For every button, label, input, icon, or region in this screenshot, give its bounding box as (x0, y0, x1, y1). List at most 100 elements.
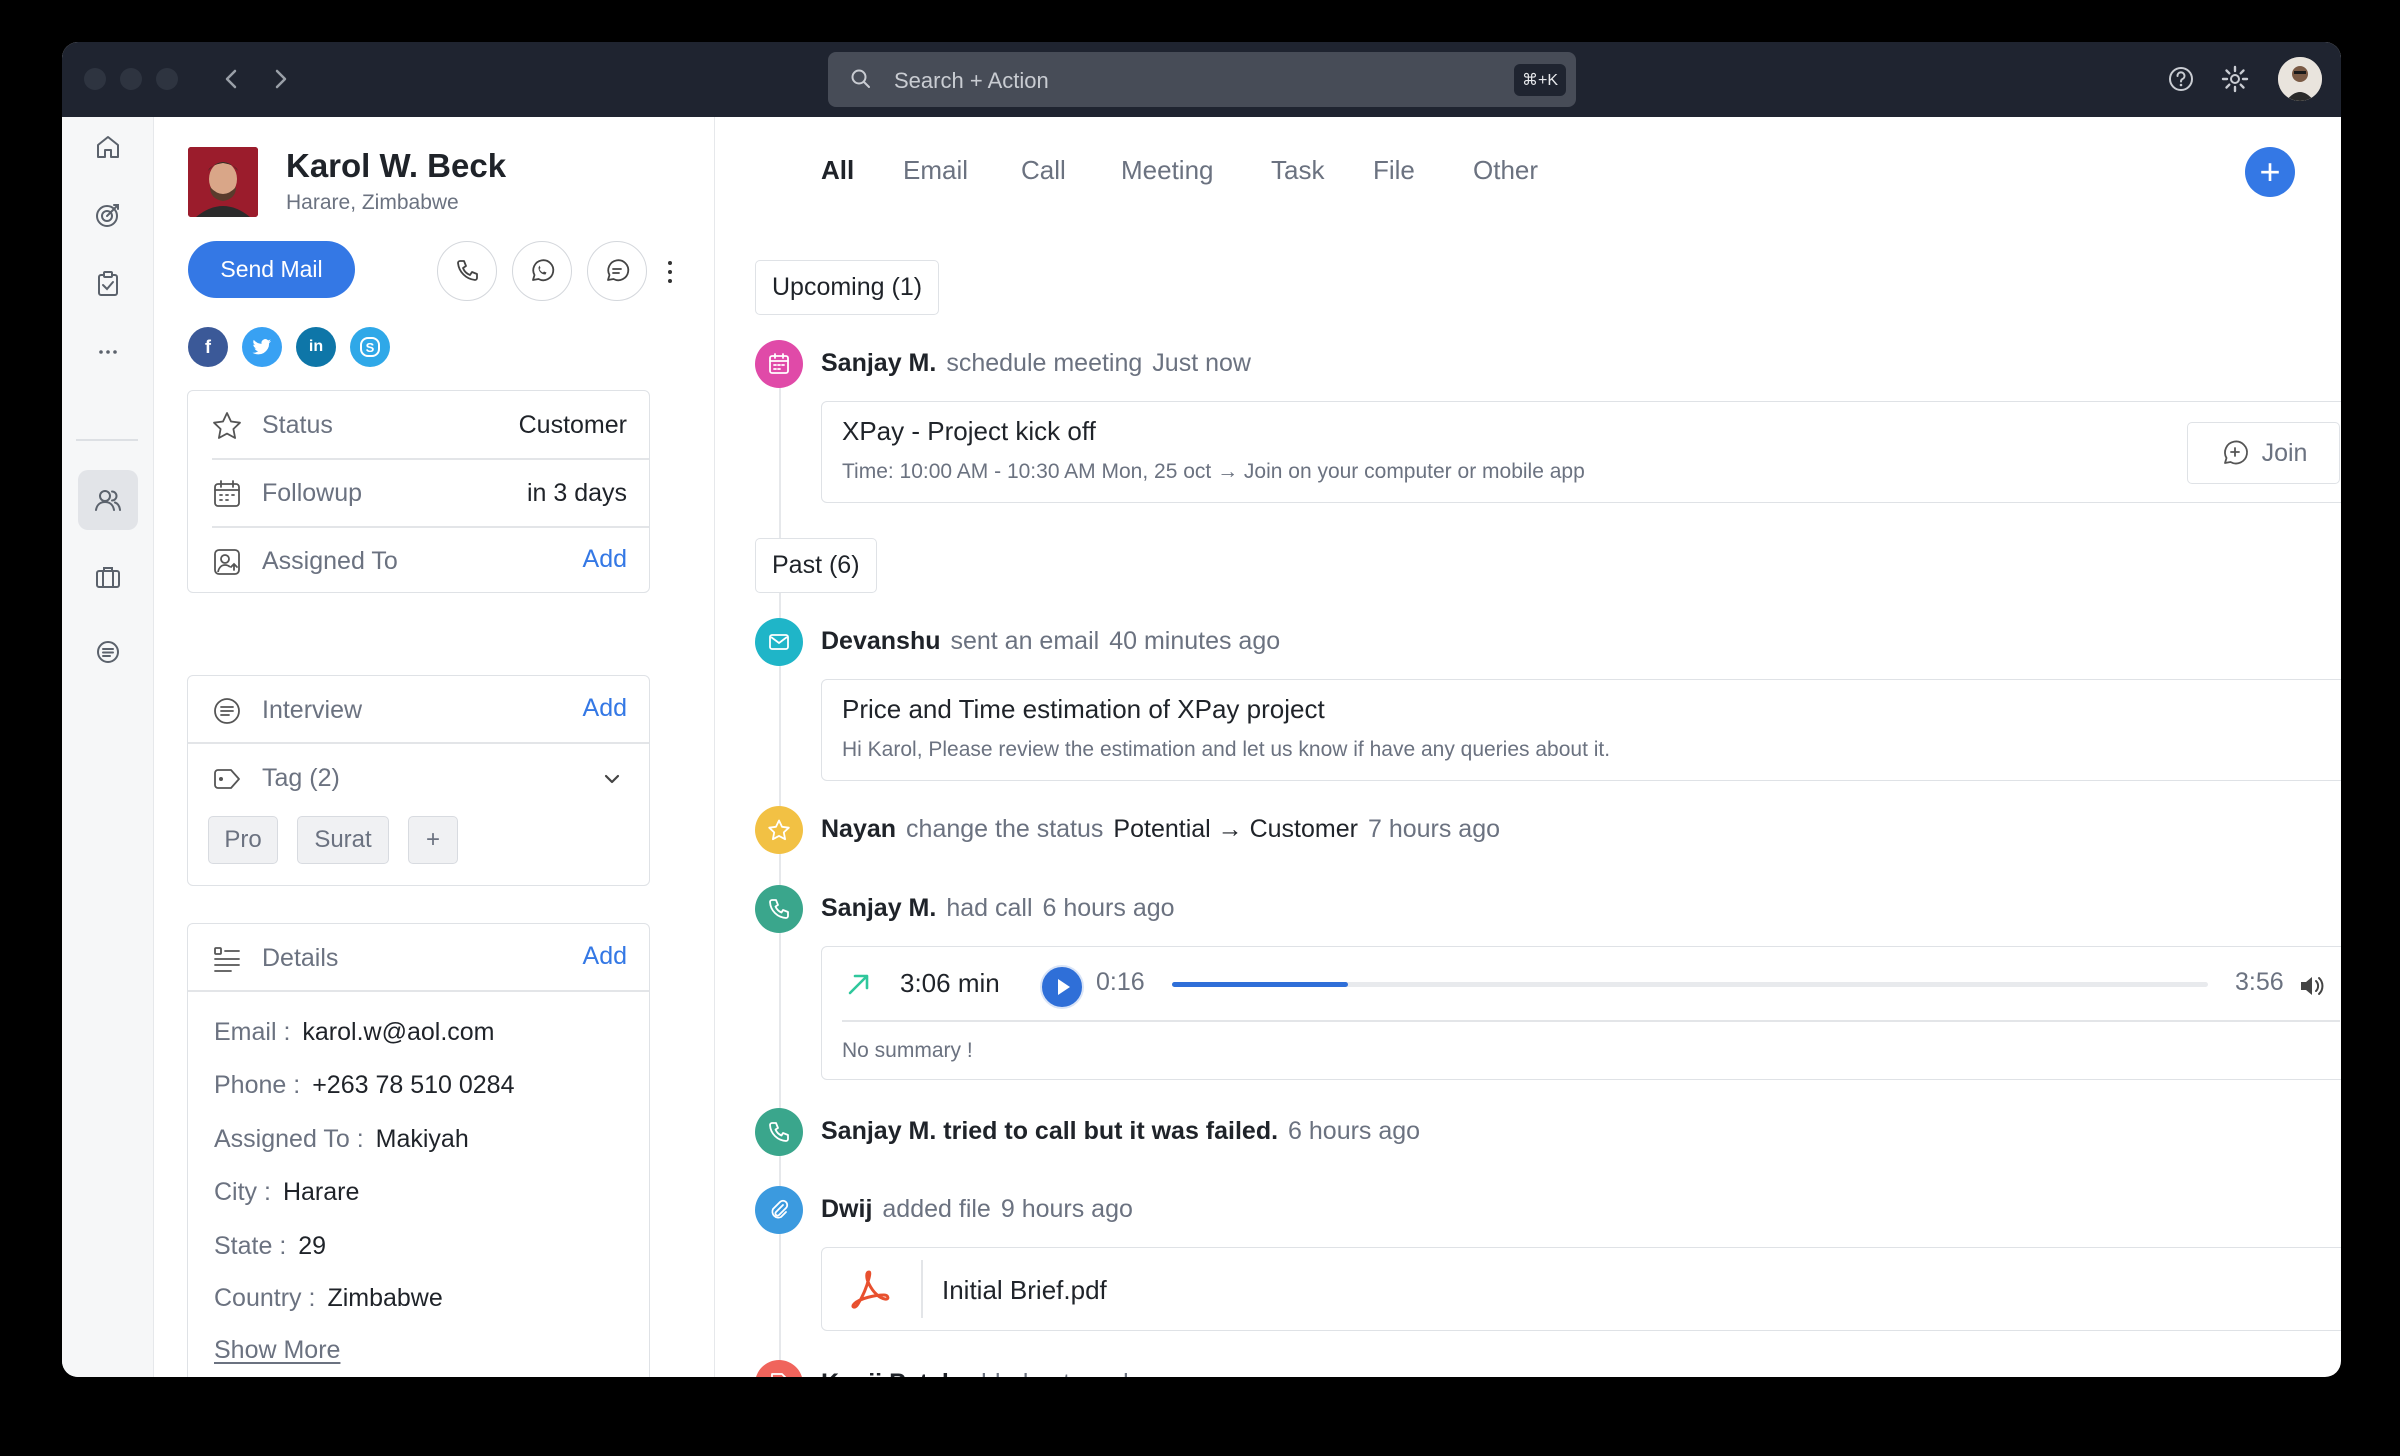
file-event-line: Dwij added file 9 hours ago (821, 1195, 1133, 1223)
meeting-title: XPay - Project kick off (842, 416, 1096, 446)
call-summary: No summary ! (842, 1039, 973, 1062)
linkedin-icon[interactable]: in (296, 327, 336, 367)
nav-leads[interactable] (78, 185, 138, 245)
details-add-link[interactable]: Add (583, 942, 627, 971)
tab-task[interactable]: Task (1271, 155, 1324, 186)
send-mail-button[interactable]: Send Mail (188, 241, 355, 298)
list-details-icon (214, 947, 240, 972)
tab-all[interactable]: All (821, 155, 854, 186)
window-minimize-button[interactable] (120, 68, 142, 90)
note-more-button[interactable]: ··· (1220, 1369, 1245, 1377)
nav-deals[interactable] (78, 547, 138, 607)
calendar-icon (769, 353, 789, 374)
whatsapp-button[interactable] (512, 241, 572, 301)
tab-email[interactable]: Email (903, 155, 968, 186)
more-vertical-icon[interactable] (660, 257, 680, 287)
skype-icon[interactable]: S (350, 327, 390, 367)
tab-file[interactable]: File (1373, 155, 1415, 186)
status-event-line: Nayan change the status Potential → Custom… (821, 815, 1501, 843)
nav-contacts[interactable] (78, 470, 138, 530)
chevron-down-icon[interactable] (601, 768, 623, 790)
detail-email: Email : karol.w@aol.com (214, 1018, 495, 1046)
pdf-icon (851, 1270, 890, 1309)
email-subject: Price and Time estimation of XPay projec… (842, 694, 1325, 724)
tab-other[interactable]: Other (1473, 155, 1538, 186)
detail-country: Country : Zimbabwe (214, 1284, 443, 1312)
nav-home[interactable] (78, 117, 138, 177)
user-avatar[interactable] (2278, 57, 2322, 101)
search-shortcut-badge: ⌘+K (1513, 64, 1566, 96)
contact-name: Karol W. Beck (286, 147, 507, 184)
past-section-label[interactable]: Past (6) (755, 538, 877, 593)
contact-location: Harare, Zimbabwe (286, 191, 459, 214)
audio-current-time: 0:16 (1096, 968, 1145, 996)
target-icon (96, 204, 119, 227)
audio-progress-fill (1172, 982, 1349, 987)
followup-row: Followup in 3 days (188, 459, 649, 527)
window-zoom-button[interactable] (156, 68, 178, 90)
volume-icon[interactable] (2296, 971, 2326, 1001)
email-value[interactable]: karol.w@aol.com (302, 1018, 494, 1046)
assigned-add-link[interactable]: Add (583, 545, 627, 574)
phone-value[interactable]: +263 78 510 0284 (312, 1071, 514, 1099)
search-bar[interactable]: Search + Action ⌘+K (828, 52, 1576, 107)
file-card[interactable]: Initial Brief.pdf (821, 1247, 2341, 1331)
status-value[interactable]: Customer (519, 411, 627, 440)
nav-tasks[interactable] (78, 254, 138, 314)
divider (188, 990, 649, 992)
details-card: Details Add Email : karol.w@aol.com Phone… (187, 923, 650, 1377)
tag-row[interactable]: Tag (2) (188, 744, 649, 812)
upcoming-section-label[interactable]: Upcoming (1) (755, 260, 940, 315)
phone-icon (769, 899, 789, 919)
whatsapp-icon (532, 259, 555, 282)
interview-add-link[interactable]: Add (583, 694, 627, 723)
gear-icon[interactable] (2218, 62, 2252, 96)
email-event-icon (755, 618, 803, 666)
note-event-icon (755, 1360, 803, 1377)
detail-phone: Phone : +263 78 510 0284 (214, 1071, 515, 1099)
detail-city: City : Harare (214, 1178, 360, 1206)
detail-state: State :29 (214, 1232, 327, 1260)
add-activity-button[interactable]: + (2245, 147, 2295, 197)
details-header: Details Add (188, 924, 649, 992)
tab-call[interactable]: Call (1021, 155, 1066, 186)
help-icon[interactable] (2164, 62, 2198, 96)
email-card[interactable]: Price and Time estimation of XPay projec… (821, 679, 2341, 781)
activity-panel: All Email Call Meeting Task File Other +… (715, 117, 2341, 1377)
meeting-time: Time: 10:00 AM - 10:30 AM Mon, 25 oct → … (842, 460, 1585, 483)
followup-value[interactable]: in 3 days (527, 479, 627, 508)
audio-progress-bar[interactable] (1172, 982, 2208, 987)
calendar-icon (214, 480, 240, 507)
app-window: Search + Action ⌘+K Karol W. Beck Harare… (62, 42, 2341, 1377)
users-icon (95, 490, 121, 511)
window-close-button[interactable] (84, 68, 106, 90)
file-name[interactable]: Initial Brief.pdf (942, 1275, 1107, 1306)
tag-chip[interactable]: Pro (208, 816, 278, 864)
nav-more[interactable] (78, 322, 138, 382)
join-button[interactable]: Join (2187, 422, 2340, 484)
tag-icon (214, 769, 240, 789)
assigned-label: Assigned To (262, 547, 398, 575)
chat-button[interactable] (587, 241, 647, 301)
forward-arrow-icon[interactable] (264, 62, 296, 96)
tab-meeting[interactable]: Meeting (1121, 155, 1214, 186)
status-card: Status Customer Followup in 3 days Assig… (187, 390, 650, 593)
more-horizontal-icon (99, 350, 117, 354)
details-title: Details (262, 944, 339, 972)
call-button[interactable] (437, 241, 497, 301)
play-button[interactable] (1040, 965, 1084, 1009)
search-icon (851, 69, 870, 88)
tag-chip[interactable]: Surat (297, 816, 389, 864)
meeting-card[interactable]: XPay - Project kick off Time: 10:00 AM -… (821, 401, 2341, 503)
nav-messages[interactable] (78, 622, 138, 682)
detail-assigned: Assigned To : Makiyah (214, 1125, 469, 1153)
chat-plus-icon (2223, 440, 2248, 465)
add-tag-button[interactable]: + (408, 816, 458, 864)
facebook-icon[interactable]: f (188, 327, 228, 367)
back-arrow-icon[interactable] (216, 62, 248, 96)
show-more-link[interactable]: Show More (214, 1336, 340, 1365)
status-row: Status Customer (188, 391, 649, 459)
twitter-icon[interactable] (242, 327, 282, 367)
followup-label: Followup (262, 479, 363, 507)
meeting-event-line: Sanjay M. schedule meeting Just now (821, 349, 1251, 377)
